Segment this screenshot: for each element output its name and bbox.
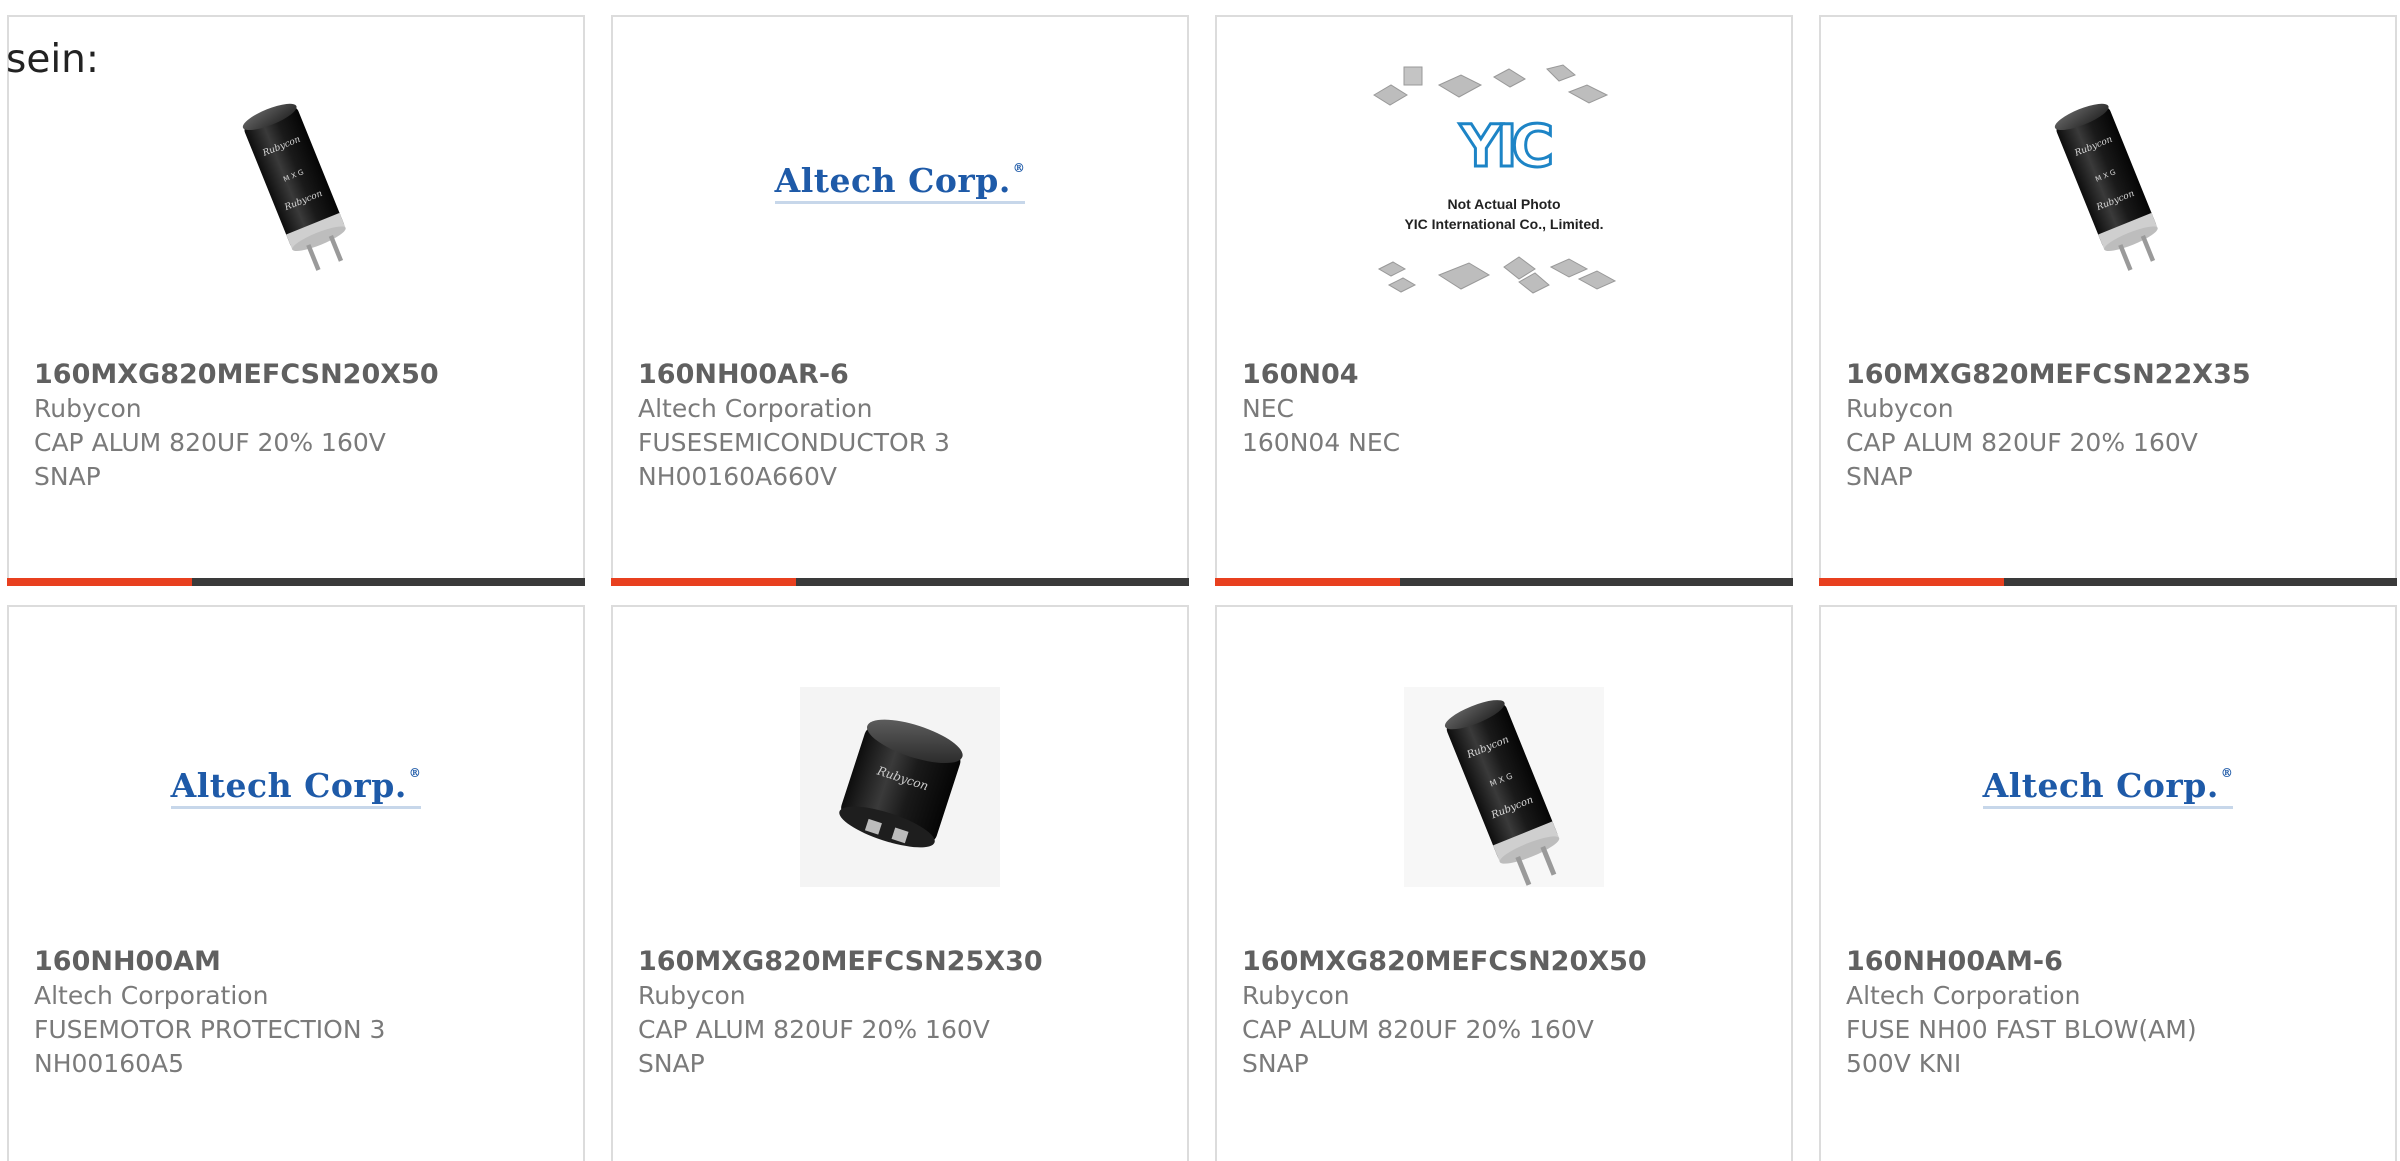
product-image[interactable]: Rubycon (613, 622, 1187, 952)
description-text: FUSE NH00 FAST BLOW(AM) 500V KNI (1846, 1015, 2197, 1078)
yic-logo: YIC (1458, 111, 1555, 182)
product-info: 160NH00AM-6 Altech Corporation FUSE NH00… (1846, 945, 2375, 1081)
part-number-link[interactable]: 160MXG820MEFCSN22X35 (1846, 358, 2375, 392)
description-text: 160N04 NEC (1242, 428, 1401, 457)
product-card[interactable]: Rubycon 160MXG820MEFCSN25X30 Rubycon CAP… (611, 605, 1189, 1161)
product-card[interactable]: Altech Corp. ® 160NH00AM-6 Altech Corpora… (1819, 605, 2397, 1161)
product-image[interactable]: Altech Corp. ® (1821, 622, 2395, 952)
capacitor-image (239, 98, 357, 272)
part-number-link[interactable]: 160NH00AM-6 (1846, 945, 2375, 979)
description-text: CAP ALUM 820UF 20% 160V SNAP (34, 428, 386, 491)
product-info: 160NH00AM Altech Corporation FUSEMOTOR P… (34, 945, 563, 1081)
manufacturer-text: Altech Corporation (34, 981, 269, 1010)
product-card[interactable]: 160MXG820MEFCSN20X50 Rubycon CAP ALUM 82… (1215, 605, 1793, 1161)
product-card[interactable]: YIC Not Actual Photo YIC International C… (1215, 15, 1793, 586)
manufacturer-text: Altech Corporation (638, 394, 873, 423)
product-image[interactable] (1217, 622, 1791, 952)
altech-logo: Altech Corp. ® (1982, 765, 2234, 809)
description-text: FUSEMOTOR PROTECTION 3 NH00160A5 (34, 1015, 386, 1078)
part-number-link[interactable]: 160MXG820MEFCSN20X50 (1242, 945, 1771, 979)
manufacturer-text: Altech Corporation (1846, 981, 2081, 1010)
progress-bar-fill (1215, 578, 1400, 586)
capacitor-image (2051, 98, 2169, 272)
product-info: 160MXG820MEFCSN25X30 Rubycon CAP ALUM 82… (638, 945, 1167, 1081)
progress-bar (1819, 578, 2397, 586)
product-info: 160MXG820MEFCSN22X35 Rubycon CAP ALUM 82… (1846, 358, 2375, 494)
altech-logo-text: Altech Corp. (170, 765, 407, 805)
progress-bar (611, 578, 1189, 586)
product-card[interactable]: Altech Corp. ® 160NH00AR-6 Altech Corpora… (611, 15, 1189, 586)
description-text: CAP ALUM 820UF 20% 160V SNAP (638, 1015, 990, 1078)
part-number-link[interactable]: 160MXG820MEFCSN20X50 (34, 358, 563, 392)
registered-mark: ® (2220, 765, 2234, 780)
product-card[interactable]: 160MXG820MEFCSN22X35 Rubycon CAP ALUM 82… (1819, 15, 2397, 586)
part-number-link[interactable]: 160NH00AM (34, 945, 563, 979)
altech-logo-text: Altech Corp. (1982, 765, 2219, 805)
description-text: CAP ALUM 820UF 20% 160V SNAP (1846, 428, 2198, 491)
manufacturer-text: Rubycon (1846, 394, 1954, 423)
product-info: 160NH00AR-6 Altech Corporation FUSESEMIC… (638, 358, 1167, 494)
product-image[interactable]: Altech Corp. ® (9, 622, 583, 952)
registered-mark: ® (1012, 160, 1026, 175)
product-image[interactable] (1821, 17, 2395, 347)
product-card[interactable]: 160MXG820MEFCSN20X50 Rubycon CAP ALUM 82… (7, 15, 585, 586)
progress-bar (1215, 578, 1793, 586)
placeholder-caption: Not Actual Photo YIC International Co., … (1369, 194, 1639, 234)
manufacturer-text: Rubycon (34, 394, 142, 423)
placeholder-caption-line2: YIC International Co., Limited. (1404, 216, 1604, 232)
product-grid-page: sein: 160MXG820MEFCSN20X50 Rubycon CAP A… (0, 0, 2400, 1161)
product-image[interactable]: YIC Not Actual Photo YIC International C… (1217, 17, 1791, 347)
altech-logo-text: Altech Corp. (774, 160, 1011, 200)
placeholder-caption-line1: Not Actual Photo (1447, 196, 1561, 212)
manufacturer-text: Rubycon (1242, 981, 1350, 1010)
progress-bar-fill (611, 578, 796, 586)
progress-bar (7, 578, 585, 586)
manufacturer-text: Rubycon (638, 981, 746, 1010)
product-info: 160MXG820MEFCSN20X50 Rubycon CAP ALUM 82… (34, 358, 563, 494)
product-info: 160MXG820MEFCSN20X50 Rubycon CAP ALUM 82… (1242, 945, 1771, 1081)
yic-placeholder-image: YIC Not Actual Photo YIC International C… (1369, 57, 1639, 307)
snap-capacitor-image: Rubycon (800, 687, 1000, 887)
product-card[interactable]: Altech Corp. ® 160NH00AM Altech Corporati… (7, 605, 585, 1161)
part-number-link[interactable]: 160MXG820MEFCSN25X30 (638, 945, 1167, 979)
description-text: FUSESEMICONDUCTOR 3 NH00160A660V (638, 428, 950, 491)
progress-bar-fill (7, 578, 192, 586)
product-image[interactable]: Altech Corp. ® (613, 17, 1187, 347)
part-number-link[interactable]: 160N04 (1242, 358, 1771, 392)
manufacturer-text: NEC (1242, 394, 1294, 423)
chip-packages-icon (1373, 64, 1617, 294)
progress-bar-fill (1819, 578, 2004, 586)
part-number-link[interactable]: 160NH00AR-6 (638, 358, 1167, 392)
registered-mark: ® (408, 765, 422, 780)
product-info: 160N04 NEC 160N04 NEC (1242, 358, 1771, 460)
capacitor-image (1404, 687, 1604, 887)
description-text: CAP ALUM 820UF 20% 160V SNAP (1242, 1015, 1594, 1078)
altech-logo: Altech Corp. ® (774, 160, 1026, 204)
altech-logo: Altech Corp. ® (170, 765, 422, 809)
lead-text: sein: (6, 37, 100, 82)
